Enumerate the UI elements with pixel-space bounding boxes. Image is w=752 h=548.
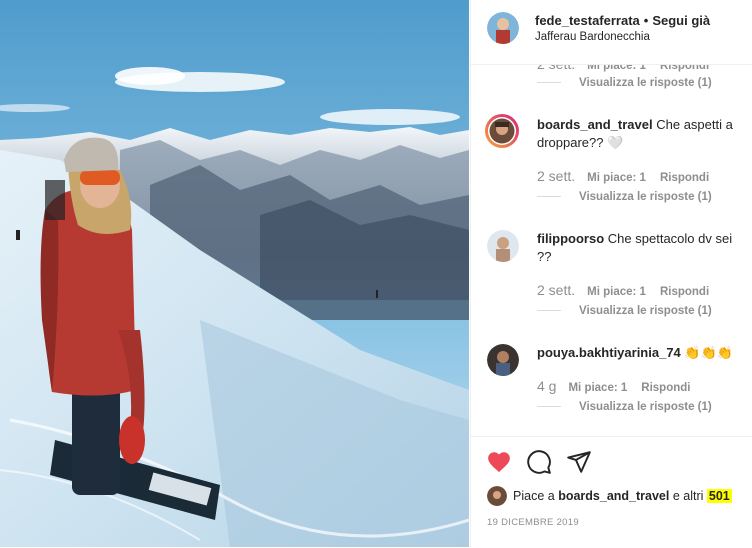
share-button[interactable] (566, 449, 592, 475)
view-replies-label: Visualizza le risposte (1) (579, 401, 712, 413)
post-side-panel: fede_testaferrata • Segui già Jafferau Bar… (470, 0, 752, 548)
comment-body: pouya.bakhtiyarinia_74 👏👏👏 (537, 344, 747, 362)
post-date[interactable]: 19 DICEMBRE 2019 (487, 517, 579, 528)
comment-time[interactable]: 2 sett. (537, 168, 575, 184)
liker-avatar[interactable] (487, 486, 507, 506)
likes-summary: Piace a boards_and_travel e altri 501 (513, 489, 732, 503)
commenter-avatar-image (487, 344, 519, 376)
comment-meta: 2 sett. Mi piace: 1 Rispondi (537, 64, 709, 72)
comment-icon (527, 450, 551, 474)
commenter-avatar-image (487, 230, 519, 262)
liker-avatar-image (487, 486, 507, 506)
commenter-username[interactable]: boards_and_travel (537, 117, 653, 132)
comment-text: 👏👏👏 (684, 345, 733, 360)
view-replies-button[interactable]: Visualizza le risposte (1) (537, 305, 712, 317)
replies-line (537, 406, 561, 408)
likes-middle: e altri (672, 489, 704, 503)
post-header: fede_testaferrata • Segui già Jafferau Bar… (471, 0, 752, 65)
post-photo[interactable] (0, 0, 469, 547)
follow-button[interactable]: Segui già (652, 13, 710, 28)
author-avatar[interactable] (487, 12, 519, 44)
comment-meta: 2 sett. Mi piace: 1 Rispondi (537, 168, 709, 184)
view-replies-button[interactable]: Visualizza le risposte (1) (537, 401, 712, 413)
replies-line (537, 310, 561, 312)
view-replies-label: Visualizza le risposte (1) (579, 77, 712, 89)
heart-icon (488, 452, 510, 473)
comment-time[interactable]: 4 g (537, 378, 556, 394)
author-username[interactable]: fede_testaferrata (535, 13, 640, 28)
separator-dot: • (643, 13, 649, 28)
likes-count[interactable]: 501 (706, 489, 732, 503)
post-location[interactable]: Jafferau Bardonecchia (535, 31, 650, 43)
author-line: fede_testaferrata • Segui già (535, 13, 710, 28)
snowboarder-mountain-photo (0, 0, 469, 547)
reply-button[interactable]: Rispondi (660, 64, 709, 72)
view-replies-label: Visualizza le risposte (1) (579, 191, 712, 203)
commenter-avatar-image (488, 117, 516, 145)
reply-button[interactable]: Rispondi (641, 382, 690, 394)
comment-likes[interactable]: Mi piace: 1 (587, 64, 646, 72)
comment-meta: 2 sett. Mi piace: 1 Rispondi (537, 282, 709, 298)
commenter-username[interactable]: pouya.bakhtiyarinia_74 (537, 345, 681, 360)
comment-meta: 4 g Mi piace: 1 Rispondi (537, 378, 690, 394)
instagram-post-view: fede_testaferrata • Segui già Jafferau Bar… (0, 0, 752, 548)
replies-line (537, 82, 561, 84)
view-replies-label: Visualizza le risposte (1) (579, 305, 712, 317)
comment-time[interactable]: 2 sett. (537, 282, 575, 298)
reply-button[interactable]: Rispondi (660, 172, 709, 184)
comment-button[interactable] (526, 449, 552, 475)
like-button[interactable] (486, 449, 512, 475)
comment-body: filippoorso Che spettacolo dv sei ?? (537, 230, 747, 266)
replies-line (537, 196, 561, 198)
comment-likes[interactable]: Mi piace: 1 (568, 382, 627, 394)
comment-likes[interactable]: Mi piace: 1 (587, 286, 646, 298)
comment-body: boards_and_travel Che aspetti a droppare… (537, 116, 747, 152)
likes-user-link[interactable]: boards_and_travel (558, 489, 669, 503)
commenter-avatar[interactable] (487, 230, 519, 262)
comment-likes[interactable]: Mi piace: 1 (587, 172, 646, 184)
view-replies-button[interactable]: Visualizza le risposte (1) (537, 77, 712, 89)
commenter-username[interactable]: filippoorso (537, 231, 604, 246)
comment-time[interactable]: 2 sett. (537, 64, 575, 72)
post-footer: Piace a boards_and_travel e altri 501 19… (471, 436, 752, 548)
commenter-avatar[interactable] (487, 344, 519, 376)
comments-list[interactable]: 2 sett. Mi piace: 1 Rispondi Visualizza le… (471, 64, 752, 436)
commenter-avatar[interactable] (485, 114, 519, 148)
share-icon (567, 451, 591, 473)
author-avatar-image (487, 12, 519, 44)
view-replies-button[interactable]: Visualizza le risposte (1) (537, 191, 712, 203)
likes-prefix: Piace a (513, 489, 555, 503)
reply-button[interactable]: Rispondi (660, 286, 709, 298)
